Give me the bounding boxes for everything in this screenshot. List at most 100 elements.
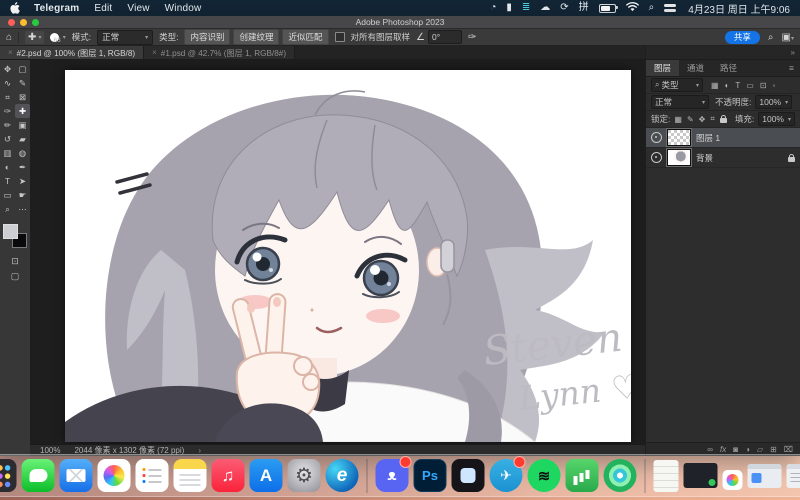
dock-minimized-dark-window[interactable] <box>684 463 718 488</box>
brush-tool[interactable]: ✏ <box>0 118 15 132</box>
quick-selection-tool[interactable]: ✎ <box>15 76 30 90</box>
quick-mask-icon[interactable]: ⊡ <box>11 256 19 267</box>
sample-all-layers-checkbox[interactable] <box>335 32 345 42</box>
move-tool[interactable]: ✥ <box>0 62 15 76</box>
filter-type-layers-icon[interactable]: T <box>735 81 740 90</box>
dock-photos[interactable] <box>98 459 131 492</box>
blur-tool[interactable]: ◍ <box>15 146 30 160</box>
sync-icon[interactable]: ⟳ <box>560 3 568 13</box>
dock-minimized-window-b[interactable] <box>787 464 800 488</box>
menu-window[interactable]: Window <box>165 3 202 14</box>
cloud-icon[interactable]: ☁ <box>540 3 550 13</box>
dock-settings[interactable]: ⚙ <box>288 459 321 492</box>
pinyin-input-icon[interactable]: 拼 <box>579 3 589 13</box>
menu-bar-clock[interactable]: 4月23日 周日 上午9:06 <box>688 1 790 16</box>
dock-spotify[interactable]: ≋ <box>528 459 561 492</box>
eraser-tool[interactable]: ▰ <box>15 132 30 146</box>
new-layer-icon[interactable]: ⊞ <box>770 445 777 454</box>
filter-toggle-icon[interactable]: ◦ <box>773 81 776 90</box>
frame-tool[interactable]: ⊠ <box>15 90 30 104</box>
dock-stats-app[interactable] <box>566 459 599 492</box>
panel-tab-图层[interactable]: 图层 <box>646 60 679 76</box>
document-tab-1[interactable]: ×#2.psd @ 100% (图层 1, RGB/8) <box>0 46 144 59</box>
close-tab-icon[interactable]: × <box>152 48 157 57</box>
fill-dropdown[interactable]: 100% ▾ <box>758 112 795 126</box>
hand-tool[interactable]: ☛ <box>15 188 30 202</box>
new-group-icon[interactable]: ▱ <box>757 445 763 454</box>
brush-angle-control[interactable]: ∠ 0° <box>416 30 462 44</box>
canvas-pasteboard[interactable]: Steven Lynn ♡ <box>30 60 645 444</box>
lasso-tool[interactable]: ∿ <box>0 76 15 90</box>
home-icon[interactable]: ⌂ <box>6 32 12 43</box>
dock-mail[interactable] <box>60 459 93 492</box>
panel-menu-icon[interactable]: ≡ <box>783 60 800 76</box>
dock-minimized-document[interactable] <box>654 460 679 492</box>
opacity-dropdown[interactable]: 100% ▾ <box>755 95 792 109</box>
close-tab-icon[interactable]: × <box>8 48 13 57</box>
dock-utility-app[interactable] <box>604 459 637 492</box>
app-shortcut-icon[interactable]: ▮ <box>506 3 512 13</box>
type-button-1[interactable]: 内容识别 <box>184 29 230 45</box>
filter-smart-objects-icon[interactable]: ⊡ <box>760 81 767 90</box>
panel-tab-路径[interactable]: 路径 <box>712 60 745 76</box>
dock-discord[interactable]: ᴥ <box>376 459 409 492</box>
clone-stamp-tool[interactable]: ▣ <box>15 118 30 132</box>
dock-app-store[interactable]: A <box>250 459 283 492</box>
path-selection-tool[interactable]: ➤ <box>15 174 30 188</box>
link-layers-icon[interactable]: ∞ <box>707 445 713 454</box>
lock-all-icon[interactable] <box>720 118 727 123</box>
type-button-3[interactable]: 近似匹配 <box>282 29 328 45</box>
tool-preset-picker[interactable]: ✚ ▾ <box>25 31 44 44</box>
gradient-tool[interactable]: ▥ <box>0 146 15 160</box>
history-brush-tool[interactable]: ↺ <box>0 132 15 146</box>
marquee-tool[interactable]: ▢ <box>15 62 30 76</box>
menu-view[interactable]: View <box>127 3 149 14</box>
layer-thumbnail[interactable] <box>667 129 691 146</box>
screen-mode-icon[interactable]: ▢ <box>11 271 20 282</box>
document-canvas[interactable]: Steven Lynn ♡ <box>65 70 631 442</box>
dodge-tool[interactable]: ◐ <box>0 160 15 174</box>
dock-messages[interactable] <box>22 459 55 492</box>
mode-dropdown[interactable]: 正常 ▾ <box>97 30 153 45</box>
adjustment-layer-icon[interactable]: ◑ <box>745 445 750 454</box>
lock-transparent-icon[interactable]: ▦ <box>674 115 682 124</box>
panel-tab-通道[interactable]: 通道 <box>679 60 712 76</box>
share-button[interactable]: 共享 <box>725 31 760 44</box>
control-center-icon[interactable] <box>664 4 676 13</box>
spotlight-icon[interactable]: ⌕ <box>649 3 655 13</box>
layer-row[interactable]: 背景 <box>646 148 800 168</box>
apple-menu-icon[interactable] <box>10 2 20 14</box>
filter-adjustment-layers-icon[interactable]: ◐ <box>725 81 730 90</box>
filter-kind-dropdown[interactable]: ⌕类型 ▾ <box>651 78 703 92</box>
shape-tool[interactable]: ▭ <box>0 188 15 202</box>
workspace-switcher-icon[interactable]: ▣▾ <box>782 32 794 43</box>
blend-mode-dropdown[interactable]: 正常 ▾ <box>651 95 709 109</box>
type-tool[interactable]: T <box>0 174 15 188</box>
dock-photos-mini[interactable] <box>723 470 743 490</box>
lock-artboard-icon[interactable]: ⌗ <box>710 114 715 124</box>
pen-tool[interactable]: ✒ <box>15 160 30 174</box>
layer-row[interactable]: 图层 1 <box>646 128 800 148</box>
angle-value-field[interactable]: 0° <box>428 30 462 44</box>
dock-notes[interactable] <box>174 459 207 492</box>
dock-dark-notes-app[interactable] <box>452 459 485 492</box>
visibility-eye-icon[interactable] <box>651 152 662 163</box>
delete-layer-icon[interactable]: ⌧ <box>784 445 793 454</box>
dock-minimized-window-a[interactable] <box>748 464 782 488</box>
dock-music[interactable]: ♫ <box>212 459 245 492</box>
visibility-eye-icon[interactable] <box>651 132 662 143</box>
wifi-icon[interactable] <box>626 2 639 15</box>
layer-effects-icon[interactable]: fx <box>720 445 726 454</box>
window-title-bar[interactable]: Adobe Photoshop 2023 <box>0 16 800 29</box>
timer-icon[interactable]: ◔ <box>490 3 496 13</box>
brush-size-picker[interactable]: 63 ▾ <box>50 31 65 44</box>
dock-photoshop[interactable]: Ps <box>414 459 447 492</box>
battery-icon[interactable] <box>599 4 616 13</box>
layer-thumbnail[interactable] <box>667 149 691 166</box>
eyedropper-tool[interactable]: ✑ <box>0 104 15 118</box>
zoom-tool[interactable]: ⌕ <box>0 202 15 216</box>
crop-tool[interactable]: ⌗ <box>0 90 15 104</box>
edit-toolbar[interactable]: ⋯ <box>15 202 30 216</box>
layer-mask-icon[interactable]: ◙ <box>733 445 738 454</box>
menu-telegram[interactable]: Telegram <box>34 3 79 14</box>
